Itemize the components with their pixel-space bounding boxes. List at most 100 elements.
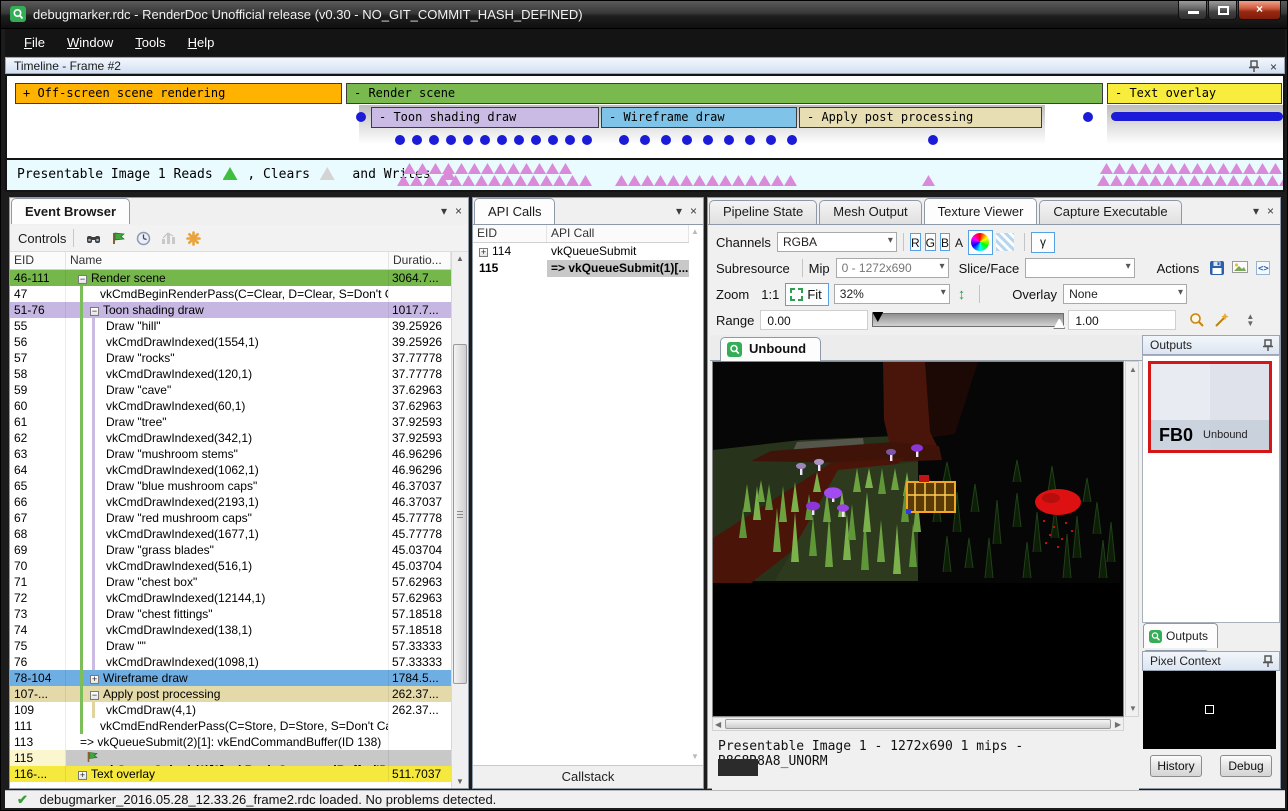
write-usage-triangle[interactable] — [771, 175, 784, 186]
autofit-wand-icon[interactable] — [1209, 308, 1234, 333]
write-usage-triangle[interactable] — [1097, 175, 1110, 186]
write-usage-triangle[interactable] — [719, 175, 732, 186]
write-usage-triangle[interactable] — [1256, 163, 1269, 174]
bookmark-asterisk-icon[interactable] — [186, 231, 201, 246]
scroll-down-icon[interactable]: ▼ — [452, 777, 468, 786]
menu-window[interactable]: Window — [56, 31, 124, 54]
channel-a-button[interactable]: A — [954, 233, 964, 251]
range-min-field[interactable]: 0.00 — [760, 310, 868, 330]
draw-dot[interactable] — [745, 135, 755, 145]
write-usage-triangle[interactable] — [1279, 175, 1285, 186]
channel-b-button[interactable]: B — [940, 233, 950, 251]
tab-event-browser[interactable]: Event Browser — [11, 198, 130, 224]
save-image-icon[interactable] — [1228, 256, 1251, 281]
close-icon[interactable]: × — [1270, 60, 1277, 74]
draw-dot[interactable] — [661, 135, 671, 145]
write-usage-triangle[interactable] — [1162, 175, 1175, 186]
close-icon[interactable]: × — [455, 204, 462, 218]
open-code-icon[interactable]: <> — [1251, 256, 1274, 281]
draw-dot[interactable] — [724, 135, 734, 145]
zoom-select[interactable]: 32% — [834, 284, 950, 304]
event-row[interactable]: 111vkCmdEndRenderPass(C=Store, D=Store, … — [10, 718, 451, 734]
draw-dot[interactable] — [497, 135, 507, 145]
event-row[interactable]: 59Draw "cave"37.62963 — [10, 382, 451, 398]
write-usage-triangle[interactable] — [1243, 163, 1256, 174]
draw-dot[interactable] — [787, 135, 797, 145]
write-usage-triangle[interactable] — [1266, 175, 1279, 186]
column-header-apicall[interactable]: API Call — [547, 225, 689, 242]
write-usage-triangle[interactable] — [693, 175, 706, 186]
write-usage-triangle[interactable] — [1227, 175, 1240, 186]
write-usage-triangle[interactable] — [1152, 163, 1165, 174]
expand-icon[interactable]: + — [90, 675, 99, 684]
event-row[interactable]: 109vkCmdDraw(4,1)262.37... — [10, 702, 451, 718]
timeline-marker-bar[interactable]: + Off-screen scene rendering — [15, 83, 342, 104]
tab-api-calls[interactable]: API Calls — [474, 198, 555, 224]
pin-icon[interactable] — [1262, 339, 1274, 352]
range-options-icon[interactable]: ▲▼ — [1246, 313, 1254, 327]
timeline-marker-bar[interactable]: - Render scene — [346, 83, 1103, 104]
draw-dot[interactable] — [640, 135, 650, 145]
write-usage-triangle[interactable] — [468, 163, 481, 174]
draw-span-pill[interactable] — [1111, 112, 1283, 121]
write-usage-triangle[interactable] — [1136, 175, 1149, 186]
write-usage-triangle[interactable] — [1201, 175, 1214, 186]
write-usage-triangle[interactable] — [732, 175, 745, 186]
minimize-button[interactable] — [1178, 1, 1207, 20]
mip-select[interactable]: 0 - 1272x690 — [836, 258, 949, 278]
event-row[interactable]: 75Draw ""57.33333 — [10, 638, 451, 654]
write-usage-triangle[interactable] — [546, 163, 559, 174]
draw-dot[interactable] — [766, 135, 776, 145]
column-header-name[interactable]: Name — [66, 252, 389, 269]
scrollbar-thumb[interactable] — [453, 344, 467, 684]
event-row[interactable]: 78-104+Wireframe draw1784.5... — [10, 670, 451, 686]
menu-file[interactable]: File — [13, 31, 56, 54]
draw-dot[interactable] — [1083, 112, 1093, 122]
fit-button[interactable]: Fit — [785, 283, 828, 306]
draw-dot[interactable] — [480, 135, 490, 145]
write-usage-triangle[interactable] — [1240, 175, 1253, 186]
write-usage-triangle[interactable] — [488, 175, 501, 186]
tab-outputs[interactable]: Outputs — [1143, 623, 1218, 648]
event-row[interactable]: 115=> vkQueueSubmit(1)[0]: vkBeginComman… — [10, 750, 451, 766]
channel-g-button[interactable]: G — [925, 233, 936, 251]
scrollbar-thumb[interactable] — [725, 719, 1111, 729]
write-usage-triangle[interactable] — [1149, 175, 1162, 186]
write-usage-triangle[interactable] — [533, 163, 546, 174]
event-browser-columns[interactable]: EIDNameDuratio... — [10, 252, 451, 270]
scroll-up-icon[interactable]: ▲ — [452, 254, 468, 263]
close-icon[interactable]: × — [690, 204, 697, 218]
draw-dot[interactable] — [682, 135, 692, 145]
draw-dot[interactable] — [514, 135, 524, 145]
goto-flag-icon[interactable] — [111, 231, 126, 245]
scroll-down-icon[interactable]: ▼ — [691, 752, 699, 761]
draw-dot[interactable] — [548, 135, 558, 145]
write-usage-triangle[interactable] — [566, 175, 579, 186]
close-icon[interactable]: × — [1267, 204, 1274, 218]
column-header-eid[interactable]: EID — [10, 252, 66, 269]
zoom-1-1-button[interactable]: 1:1 — [755, 285, 785, 304]
titlebar[interactable]: debugmarker.rdc - RenderDoc Unofficial r… — [1, 1, 1288, 29]
timeline-body[interactable]: + Off-screen scene rendering- Render sce… — [5, 74, 1285, 160]
menu-tools[interactable]: Tools — [124, 31, 176, 54]
api-call-row[interactable]: +114vkQueueSubmit — [473, 243, 689, 260]
write-usage-triangle[interactable] — [507, 163, 520, 174]
event-row[interactable]: 68vkCmdDrawIndexed(1677,1)45.77778 — [10, 526, 451, 542]
write-usage-triangle[interactable] — [475, 175, 488, 186]
event-row[interactable]: 65Draw "blue mushroom caps"46.37037 — [10, 478, 451, 494]
gamma-button[interactable]: γ — [1031, 232, 1055, 253]
texture-display[interactable] — [712, 361, 1124, 717]
draw-dot[interactable] — [703, 135, 713, 145]
debug-button[interactable]: Debug — [1220, 755, 1272, 777]
texture-horizontal-scrollbar[interactable]: ◀ ▶ — [712, 717, 1124, 731]
event-row[interactable]: 51-76−Toon shading draw1017.7... — [10, 302, 451, 318]
color-wheel-icon[interactable] — [968, 230, 993, 255]
api-calls-scroll-gutter[interactable]: ▲ ▼ — [689, 225, 703, 765]
write-usage-triangle[interactable] — [667, 175, 680, 186]
write-usage-triangle[interactable] — [680, 175, 693, 186]
chevron-down-icon[interactable]: ▾ — [441, 204, 447, 218]
write-usage-triangle[interactable] — [922, 175, 935, 186]
event-row[interactable]: 58vkCmdDrawIndexed(120,1)37.77778 — [10, 366, 451, 382]
write-usage-triangle[interactable] — [1123, 175, 1136, 186]
tab-mesh-output[interactable]: Mesh Output — [819, 200, 921, 224]
